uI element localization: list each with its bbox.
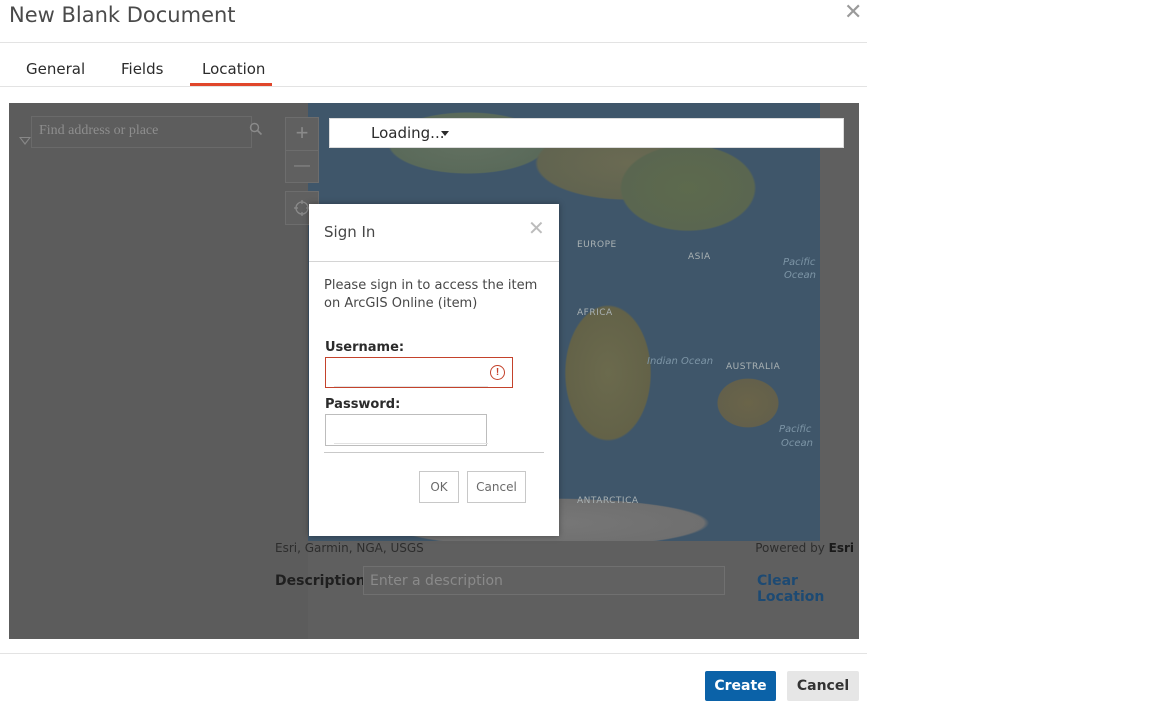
username-field[interactable]	[334, 360, 488, 387]
sign-in-title: Sign In	[324, 223, 376, 241]
sign-in-footer-divider	[324, 452, 544, 453]
sign-in-message: Please sign in to access the item on Arc…	[324, 278, 538, 311]
map-label-antarctica: ANTARCTICA	[577, 496, 639, 506]
warning-icon: !	[490, 365, 505, 380]
map-label-australia: AUSTRALIA	[726, 362, 781, 372]
basemap-label: Loading...	[371, 124, 445, 142]
cancel-button[interactable]: Cancel	[787, 671, 859, 701]
chevron-down-icon	[441, 131, 449, 136]
create-button[interactable]: Create	[705, 671, 776, 701]
username-field-box: !	[325, 357, 513, 388]
search-box	[31, 116, 252, 148]
close-icon[interactable]: ✕	[528, 216, 545, 241]
sign-in-divider	[309, 261, 559, 262]
expand-triangle-icon[interactable]	[19, 137, 31, 145]
tab-fields[interactable]: Fields	[121, 60, 163, 78]
map-attribution: Esri, Garmin, NGA, USGS	[275, 541, 424, 555]
tabs-divider	[0, 86, 867, 87]
description-label: Description:	[275, 573, 372, 589]
map-edge	[820, 103, 859, 541]
search-results-panel	[9, 103, 308, 639]
password-field-box	[325, 414, 488, 446]
description-input[interactable]	[363, 566, 725, 595]
search-input[interactable]	[32, 117, 249, 145]
password-label: Password:	[325, 397, 401, 412]
sign-in-cancel-button[interactable]: Cancel	[467, 471, 526, 503]
footer-divider	[0, 653, 867, 654]
sign-in-dialog: Sign In ✕ Please sign in to access the i…	[309, 204, 559, 536]
password-field[interactable]	[334, 417, 488, 444]
ok-button[interactable]: OK	[419, 471, 459, 503]
map-label-ocean-2: Ocean	[781, 438, 813, 449]
esri-link[interactable]: Esri	[829, 541, 854, 555]
dialog-title: New Blank Document	[9, 3, 236, 27]
close-icon[interactable]: ✕	[844, 1, 862, 23]
tab-location[interactable]: Location	[202, 60, 265, 78]
map-label-pacific-1: Pacific	[783, 257, 816, 268]
map-label-indian-ocean: Indian Ocean	[647, 356, 714, 367]
map-label-asia: ASIA	[688, 252, 711, 262]
tab-general[interactable]: General	[26, 60, 85, 78]
clear-location-link[interactable]: Clear Location	[757, 573, 859, 605]
zoom-control: + —	[285, 117, 319, 183]
username-label: Username:	[325, 340, 405, 355]
basemap-dropdown[interactable]: Loading...	[329, 118, 844, 148]
map-label-ocean-1: Ocean	[784, 270, 816, 281]
zoom-in-button[interactable]: +	[286, 118, 318, 150]
map-label-africa: AFRICA	[577, 308, 613, 318]
search-icon[interactable]	[249, 122, 263, 136]
header-divider	[0, 42, 867, 43]
zoom-out-button[interactable]: —	[286, 151, 318, 183]
map-label-europe: EUROPE	[577, 240, 617, 250]
map-label-pacific-2: Pacific	[779, 424, 812, 435]
powered-by: Powered by Esri	[755, 541, 854, 555]
